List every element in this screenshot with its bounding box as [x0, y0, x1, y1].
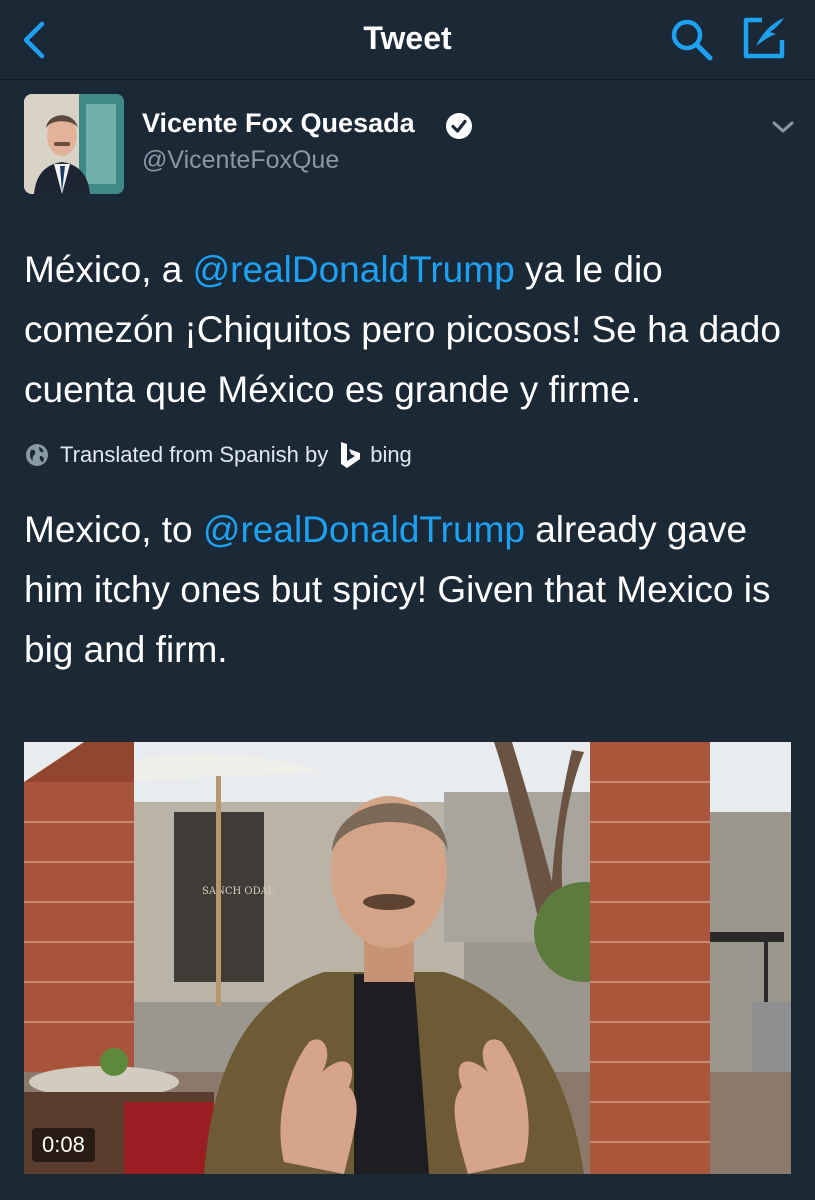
author-display-name[interactable]: Vicente Fox Quesada [142, 108, 415, 139]
video-frame: SANCH ODAL [24, 742, 791, 1174]
translated-text-prefix: Mexico, to [24, 509, 203, 550]
verified-badge-icon [445, 112, 473, 140]
translation-provider: bing [370, 442, 412, 467]
search-icon[interactable] [668, 16, 716, 62]
video-duration: 0:08 [32, 1128, 95, 1162]
globe-icon [24, 442, 50, 468]
author-handle[interactable]: @VicenteFoxQue [142, 146, 339, 175]
avatar[interactable] [24, 94, 124, 194]
tweet-text: México, a @realDonaldTrump ya le dio com… [24, 240, 794, 420]
restaurant-sign-text: SANCH ODAL [202, 886, 275, 897]
mention-link[interactable]: @realDonaldTrump [193, 249, 515, 290]
video-player[interactable]: SANCH ODAL 0:08 [24, 742, 791, 1174]
compose-tweet-icon[interactable] [740, 14, 790, 62]
mention-link[interactable]: @realDonaldTrump [203, 509, 525, 550]
chevron-down-icon[interactable] [770, 118, 796, 136]
translation-label: Translated from Spanish by [60, 442, 329, 467]
tweet-text-prefix: México, a [24, 249, 193, 290]
translation-notice: Translated from Spanish by bing [24, 440, 412, 470]
navigation-bar: Tweet [0, 0, 815, 80]
tweet-detail: Vicente Fox Quesada @VicenteFoxQue Méxic… [0, 80, 815, 1200]
translated-tweet-text: Mexico, to @realDonaldTrump already gave… [24, 500, 794, 680]
bing-logo-icon [338, 441, 362, 469]
